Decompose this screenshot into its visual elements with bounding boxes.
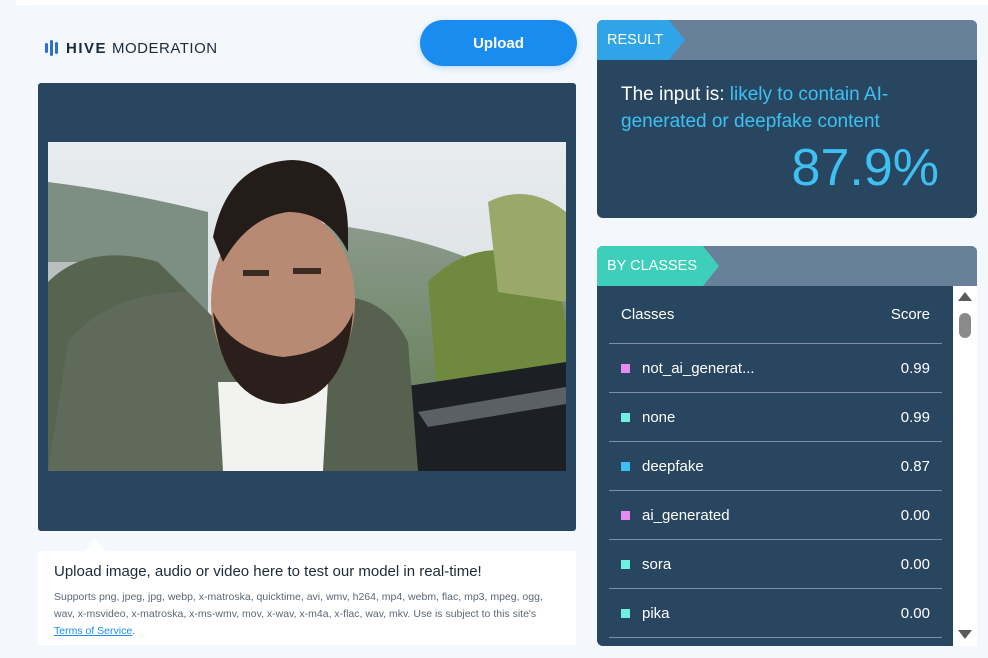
upload-hint: Upload image, audio or video here to tes… [38, 539, 576, 645]
result-tag: RESULT [597, 20, 685, 60]
result-text: The input is: likely to contain AI-gener… [621, 81, 941, 135]
classes-table[interactable]: Classes Score not_ai_generat... 0.99 none 0… [597, 286, 953, 646]
logo-word-hive: HIVE [66, 39, 108, 57]
table-row: ai_generated 0.00 [609, 491, 942, 540]
uploaded-video-frame [48, 142, 566, 471]
hive-logo-icon [45, 40, 58, 56]
class-score: 0.00 [900, 604, 930, 622]
result-card: RESULT The input is: likely to contain A… [597, 20, 977, 218]
class-color-swatch [621, 412, 630, 422]
class-color-swatch [621, 608, 630, 618]
upload-hint-title: Upload image, audio or video here to tes… [54, 563, 482, 580]
result-score: 87.9% [791, 139, 939, 197]
terms-of-service-link[interactable]: Terms of Service [54, 625, 132, 637]
result-prefix: The input is: [621, 84, 730, 105]
class-color-swatch [621, 559, 630, 569]
class-name: none [642, 408, 676, 426]
table-row: pika 0.00 [609, 589, 942, 638]
class-cell: deepfake [621, 458, 704, 475]
table-row: deepfake 0.87 [609, 442, 942, 491]
class-score: 0.00 [900, 555, 930, 573]
class-cell: none [621, 409, 675, 426]
class-score: 0.99 [900, 408, 930, 426]
column-score: Score [890, 306, 930, 323]
supported-formats: Supports png, jpeg, jpg, webp, x-matrosk… [54, 591, 543, 620]
hint-period: . [132, 625, 136, 637]
table-row: none 0.99 [609, 393, 942, 442]
class-color-swatch [621, 510, 630, 520]
class-name: ai_generated [642, 506, 730, 524]
by-classes-tag: BY CLASSES [597, 246, 719, 286]
class-color-swatch [621, 363, 630, 373]
scroll-down-arrow-icon[interactable] [958, 630, 972, 639]
classes-scrollbar[interactable] [953, 286, 977, 646]
supported-formats-text: Supports png, jpeg, jpg, webp, x-matrosk… [54, 589, 560, 640]
class-score: 0.00 [900, 506, 930, 524]
hive-logo[interactable]: HIVE MODERATION [45, 38, 218, 58]
classes-rows: not_ai_generat... 0.99 none 0.99 deepfake 0.8… [609, 344, 942, 638]
class-name: pika [642, 604, 670, 622]
table-row: not_ai_generat... 0.99 [609, 344, 942, 393]
top-strip [16, 0, 988, 5]
scroll-thumb[interactable] [959, 313, 971, 338]
classes-card: BY CLASSES Classes Score not_ai_generat.… [597, 246, 977, 646]
class-name: not_ai_generat... [642, 359, 755, 377]
column-classes: Classes [621, 306, 675, 323]
class-color-swatch [621, 461, 630, 471]
class-cell: pika [621, 605, 670, 622]
class-score: 0.87 [900, 457, 930, 475]
table-row: sora 0.00 [609, 540, 942, 589]
upload-button[interactable]: Upload [420, 20, 577, 66]
classes-table-header: Classes Score [609, 286, 942, 344]
class-name: deepfake [642, 457, 704, 475]
class-score: 0.99 [900, 359, 930, 377]
logo-word-moderation: MODERATION [112, 39, 218, 57]
class-cell: not_ai_generat... [621, 360, 755, 377]
class-cell: sora [621, 556, 671, 573]
class-name: sora [642, 555, 672, 573]
scroll-up-arrow-icon[interactable] [958, 292, 972, 301]
class-cell: ai_generated [621, 507, 730, 524]
media-preview-panel [38, 83, 576, 531]
